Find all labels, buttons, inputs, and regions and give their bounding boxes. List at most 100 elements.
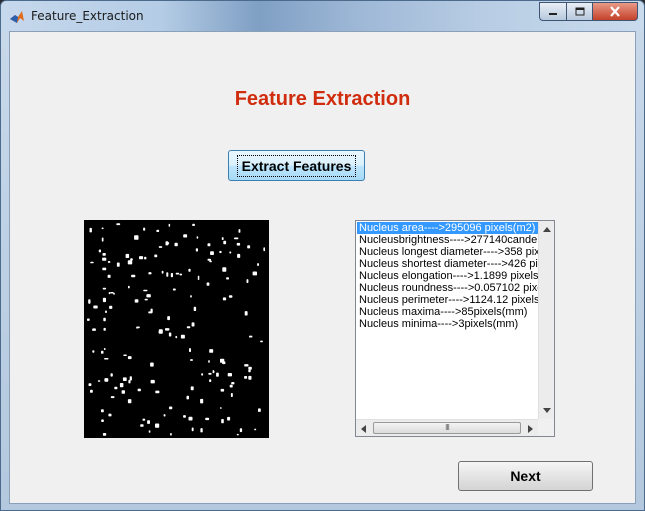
close-button[interactable] bbox=[592, 2, 638, 21]
close-icon bbox=[610, 6, 620, 17]
nucleus-speck bbox=[158, 329, 163, 334]
nucleus-speck bbox=[216, 372, 219, 377]
list-item[interactable]: Nucleus longest diameter---->358 pixels bbox=[357, 246, 539, 258]
extract-features-label: Extract Features bbox=[236, 154, 357, 177]
nucleus-speck bbox=[137, 388, 141, 392]
horizontal-scrollbar[interactable]: III bbox=[356, 419, 538, 436]
nucleus-speck bbox=[226, 277, 229, 280]
nucleus-speck bbox=[88, 383, 92, 386]
nucleus-speck bbox=[103, 317, 106, 322]
nucleus-speck bbox=[103, 348, 106, 350]
nucleus-speck bbox=[116, 262, 120, 267]
nucleus-speck bbox=[97, 380, 101, 382]
horizontal-scroll-thumb[interactable]: III bbox=[373, 422, 521, 434]
nucleus-speck bbox=[186, 395, 189, 400]
nucleus-speck bbox=[234, 237, 239, 240]
features-listbox[interactable]: Nucleus area---->295096 pixels(m2) Nucleu… bbox=[355, 220, 555, 437]
nucleus-speck bbox=[207, 243, 211, 247]
nucleus-speck bbox=[140, 424, 144, 427]
nucleus-speck bbox=[196, 236, 199, 239]
nucleus-speck bbox=[263, 247, 265, 252]
minimize-button[interactable] bbox=[539, 2, 566, 21]
nucleus-speck bbox=[104, 378, 109, 382]
nucleus-speck bbox=[219, 407, 222, 409]
nucleus-speck bbox=[146, 294, 151, 298]
nucleus-speck bbox=[179, 273, 183, 276]
list-item[interactable]: Nucleus area---->295096 pixels(m2) bbox=[357, 222, 539, 234]
nucleus-speck bbox=[195, 248, 198, 252]
title-bar[interactable]: Feature_Extraction bbox=[1, 1, 644, 31]
nucleus-speck bbox=[190, 359, 193, 361]
nucleus-speck bbox=[174, 242, 178, 247]
nucleus-speck bbox=[212, 370, 215, 374]
nucleus-speck bbox=[200, 428, 203, 433]
nucleus-speck bbox=[221, 237, 224, 240]
nucleus-speck bbox=[229, 251, 232, 254]
nucleus-speck bbox=[144, 256, 147, 260]
nucleus-speck bbox=[168, 223, 171, 227]
minimize-icon bbox=[549, 12, 557, 15]
nucleus-speck bbox=[148, 430, 151, 433]
nucleus-speck bbox=[244, 376, 248, 379]
list-item[interactable]: Nucleus perimeter---->1124.12 pixels(mm) bbox=[357, 294, 539, 306]
nucleus-speck bbox=[102, 257, 107, 261]
nucleus-speck bbox=[220, 358, 225, 363]
nucleus-speck bbox=[102, 253, 106, 256]
scroll-up-icon[interactable] bbox=[543, 227, 551, 232]
nucleus-speck bbox=[114, 386, 118, 390]
features-list: Nucleus area---->295096 pixels(m2) Nucleu… bbox=[357, 222, 539, 419]
maximize-icon bbox=[575, 7, 584, 16]
nucleus-speck bbox=[102, 433, 107, 436]
nucleus-speck bbox=[109, 305, 113, 309]
next-button[interactable]: Next bbox=[458, 461, 593, 491]
nucleus-speck bbox=[209, 260, 212, 263]
nucleus-speck bbox=[90, 261, 94, 264]
nucleus-speck bbox=[104, 358, 109, 360]
nucleus-speck bbox=[88, 299, 91, 304]
list-item[interactable]: Nucleus maxima---->85pixels(mm) bbox=[357, 306, 539, 318]
nucleus-speck bbox=[105, 310, 107, 313]
nucleus-speck bbox=[227, 416, 231, 421]
nucleus-speck bbox=[258, 408, 261, 412]
list-item[interactable]: Nucleusbrightness---->277140candela bbox=[357, 234, 539, 246]
nucleus-speck bbox=[169, 406, 173, 410]
scroll-down-icon[interactable] bbox=[543, 408, 551, 413]
nucleus-speck bbox=[92, 350, 95, 353]
nucleus-speck bbox=[161, 270, 164, 274]
extract-features-button[interactable]: Extract Features bbox=[228, 150, 365, 181]
nucleus-speck bbox=[188, 416, 193, 421]
nucleus-speck bbox=[122, 377, 127, 381]
nucleus-speck bbox=[205, 417, 210, 421]
nucleus-speck bbox=[101, 237, 104, 242]
list-item[interactable]: Nucleus elongation---->1.1899 pixels ( bbox=[357, 270, 539, 282]
nucleus-speck bbox=[101, 419, 104, 422]
nucleus-speck bbox=[165, 241, 169, 246]
nucleus-speck bbox=[107, 261, 111, 263]
nucleus-speck bbox=[89, 227, 92, 233]
nucleus-speck bbox=[165, 328, 170, 331]
nucleus-speck bbox=[123, 354, 127, 356]
maximize-button[interactable] bbox=[566, 2, 592, 21]
list-item[interactable]: Nucleus roundness---->0.057102 pixels bbox=[357, 282, 539, 294]
nucleus-speck bbox=[260, 340, 263, 343]
nucleus-speck bbox=[175, 335, 178, 339]
nucleus-speck bbox=[154, 254, 158, 258]
nucleus-speck bbox=[207, 258, 211, 261]
list-item[interactable]: Nucleus minima---->3pixels(mm) bbox=[357, 318, 539, 330]
nucleus-speck bbox=[158, 246, 163, 248]
window-title: Feature_Extraction bbox=[31, 9, 144, 23]
nucleus-speck bbox=[107, 274, 111, 278]
nucleus-speck bbox=[248, 375, 252, 380]
nucleus-speck bbox=[228, 295, 233, 298]
nucleus-speck bbox=[247, 245, 251, 249]
vertical-scrollbar[interactable] bbox=[538, 221, 554, 419]
scroll-left-icon[interactable] bbox=[361, 425, 366, 433]
nucleus-speck bbox=[167, 316, 170, 321]
nucleus-speck bbox=[127, 356, 132, 360]
scroll-right-icon[interactable] bbox=[528, 425, 533, 433]
nucleus-speck bbox=[110, 373, 113, 377]
nucleus-speck bbox=[93, 305, 98, 309]
nucleus-speck bbox=[129, 376, 132, 381]
list-item[interactable]: Nucleus shortest diameter---->426 pixels bbox=[357, 258, 539, 270]
nucleus-speck bbox=[150, 362, 154, 367]
